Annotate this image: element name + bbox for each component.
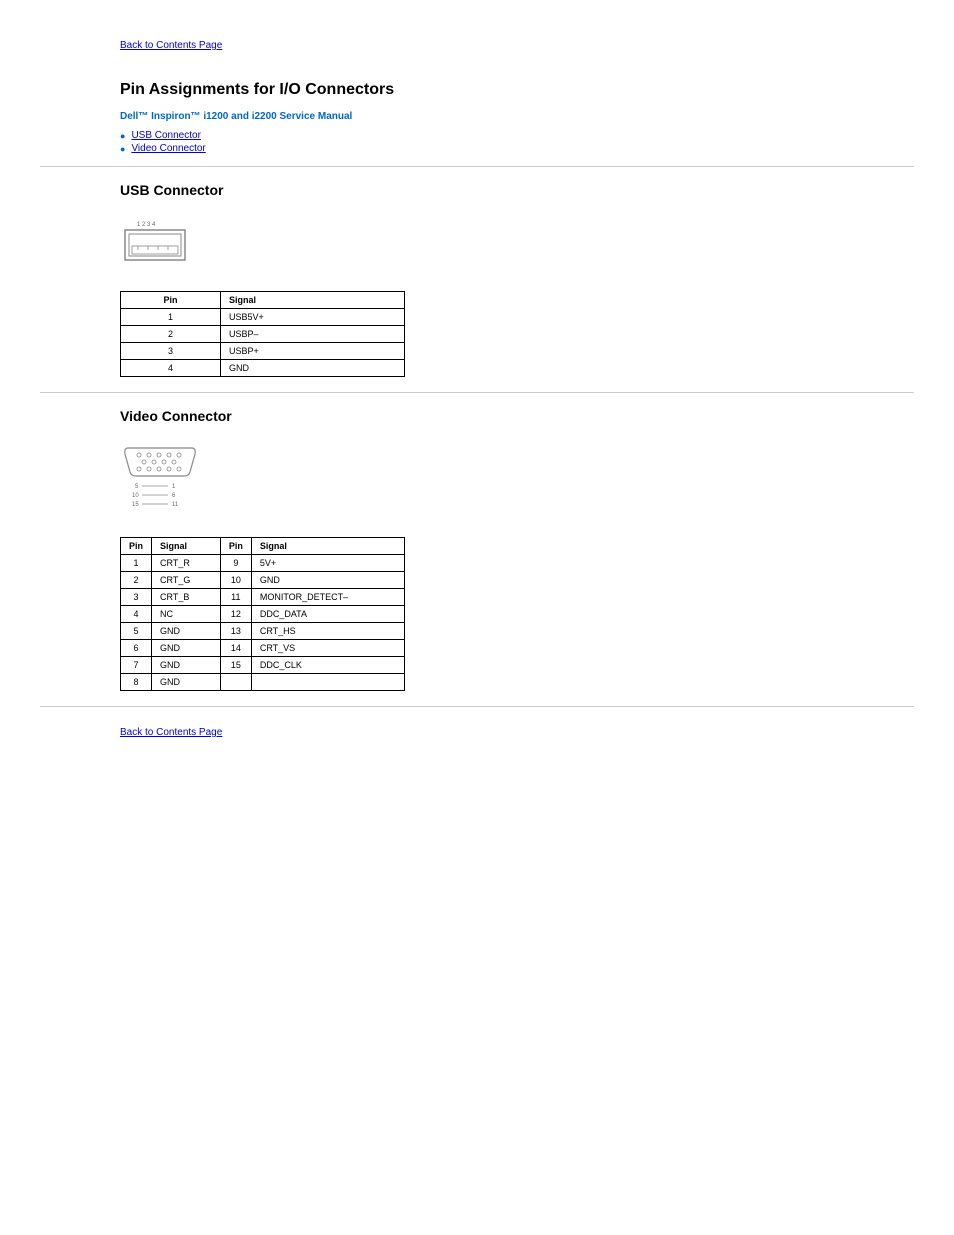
vga-connector-figure: 5 1 10 6 15 11 — [120, 444, 914, 517]
vga-table-header-signal-a: Signal — [152, 538, 221, 555]
manual-subtitle: Dell™ Inspiron™ i1200 and i2200 Service … — [120, 111, 914, 122]
divider — [40, 392, 914, 393]
svg-text:1: 1 — [172, 484, 176, 490]
table-row: 5GND13CRT_HS — [121, 623, 405, 640]
toc: ● USB Connector ● Video Connector — [120, 130, 914, 154]
svg-text:15: 15 — [132, 502, 139, 508]
usb-pin-labels: 1 2 3 4 — [137, 222, 156, 228]
vga-table-header-pin-b: Pin — [220, 538, 251, 555]
back-to-contents-bottom[interactable]: Back to Contents Page — [120, 727, 222, 738]
table-row: 1USB5V+ — [121, 309, 405, 326]
video-heading: Video Connector — [120, 408, 914, 424]
table-row: 4NC12DDC_DATA — [121, 606, 405, 623]
svg-text:6: 6 — [172, 493, 176, 499]
table-row: 4GND — [121, 360, 405, 377]
usb-table-header-pin: Pin — [121, 292, 221, 309]
toc-video-link[interactable]: Video Connector — [131, 143, 205, 154]
svg-text:11: 11 — [172, 502, 179, 508]
table-row: 3USBP+ — [121, 343, 405, 360]
svg-text:5: 5 — [135, 484, 139, 490]
bullet-icon: ● — [120, 131, 125, 141]
bullet-icon: ● — [120, 144, 125, 154]
usb-table-header-signal: Signal — [221, 292, 405, 309]
table-row: 8GND — [121, 674, 405, 691]
toc-usb-link[interactable]: USB Connector — [131, 130, 200, 141]
vga-table-header-signal-b: Signal — [251, 538, 404, 555]
back-to-contents-top[interactable]: Back to Contents Page — [120, 40, 222, 51]
usb-pin-table: Pin Signal 1USB5V+ 2USBP– 3USBP+ 4GND — [120, 291, 405, 377]
table-row: 1CRT_R95V+ — [121, 555, 405, 572]
divider — [40, 166, 914, 167]
table-row: 2CRT_G10GND — [121, 572, 405, 589]
vga-table-header-pin-a: Pin — [121, 538, 152, 555]
usb-heading: USB Connector — [120, 182, 914, 198]
vga-pin-table: Pin Signal Pin Signal 1CRT_R95V+ 2CRT_G1… — [120, 537, 405, 691]
usb-connector-figure: 1 2 3 4 — [120, 218, 914, 271]
table-row: 7GND15DDC_CLK — [121, 657, 405, 674]
page-title: Pin Assignments for I/O Connectors — [120, 81, 914, 99]
table-row: 2USBP– — [121, 326, 405, 343]
table-row: 6GND14CRT_VS — [121, 640, 405, 657]
svg-text:10: 10 — [132, 493, 139, 499]
table-row: 3CRT_B11MONITOR_DETECT– — [121, 589, 405, 606]
divider — [40, 706, 914, 707]
